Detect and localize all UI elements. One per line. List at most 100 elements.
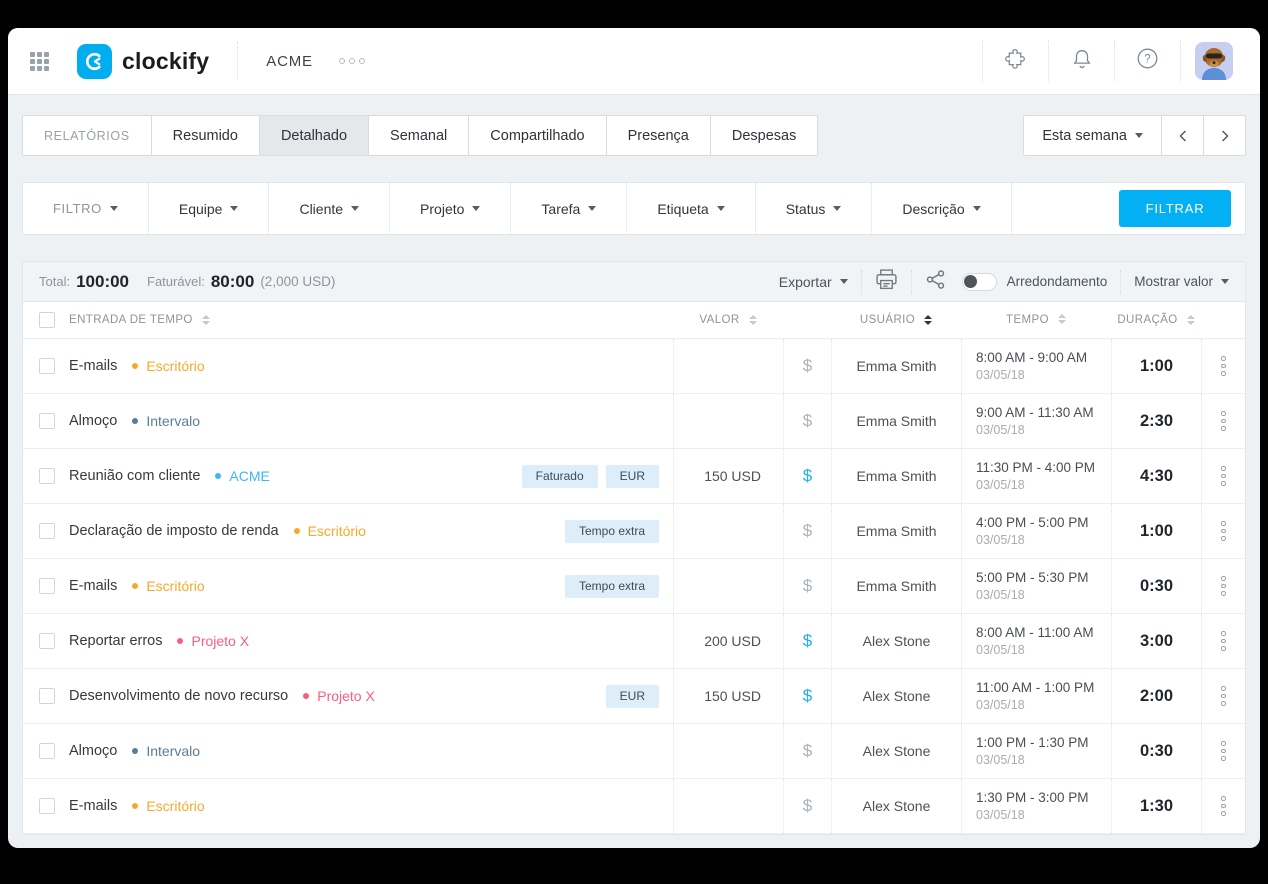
billable-toggle[interactable]: $ [803, 741, 812, 761]
divider [237, 42, 238, 80]
entry-date: 03/05/18 [976, 533, 1111, 547]
sort-entry-icon[interactable] [202, 315, 210, 325]
sort-duration-icon[interactable] [1187, 315, 1195, 325]
filter-label-dropdown[interactable]: FILTRO [23, 183, 149, 234]
tab-compartilhado[interactable]: Compartilhado [469, 116, 606, 155]
row-menu-button[interactable] [1221, 575, 1226, 598]
tab-detalhado[interactable]: Detalhado [260, 116, 369, 155]
table-header: ENTRADA DE TEMPO VALOR USUÁRIO TEMPO DUR… [23, 302, 1245, 339]
profile-button[interactable] [1180, 40, 1246, 82]
row-menu-button[interactable] [1221, 410, 1226, 433]
time-entries-list: E-mailsEscritório$Emma Smith8:00 AM - 9:… [23, 339, 1245, 834]
row-checkbox[interactable] [39, 798, 55, 814]
entry-value [673, 779, 783, 833]
tab-resumido[interactable]: Resumido [152, 116, 260, 155]
integrations-button[interactable] [982, 40, 1048, 82]
entry-duration: 1:00 [1140, 522, 1173, 541]
row-menu-button[interactable] [1221, 630, 1226, 653]
date-range-dropdown[interactable]: Esta semana [1024, 116, 1161, 155]
show-value-dropdown[interactable]: Mostrar valor [1134, 274, 1229, 289]
entry-user: Emma Smith [831, 504, 961, 558]
row-checkbox[interactable] [39, 468, 55, 484]
table-row: Desenvolvimento de novo recursoProjeto X… [23, 669, 1245, 724]
row-checkbox[interactable] [39, 743, 55, 759]
sort-user-icon[interactable] [924, 315, 932, 325]
clockify-logo[interactable]: clockify [77, 44, 209, 79]
row-checkbox[interactable] [39, 578, 55, 594]
billable-toggle[interactable]: $ [803, 796, 812, 816]
svg-text:?: ? [1144, 54, 1150, 66]
filter-etiqueta[interactable]: Etiqueta [627, 183, 755, 234]
entry-duration: 1:00 [1140, 357, 1173, 376]
row-checkbox[interactable] [39, 413, 55, 429]
prev-period-button[interactable] [1161, 116, 1203, 155]
notifications-button[interactable] [1048, 40, 1114, 82]
tab-semanal[interactable]: Semanal [369, 116, 469, 155]
export-dropdown[interactable]: Exportar [779, 274, 848, 290]
help-button[interactable]: ? [1114, 40, 1180, 82]
chevron-down-icon [1135, 133, 1143, 138]
entry-tags [503, 614, 673, 668]
row-menu-button[interactable] [1221, 685, 1226, 708]
entry-date: 03/05/18 [976, 368, 1111, 382]
workspace-menu-icon[interactable] [335, 58, 365, 64]
entry-time: 1:30 PM - 3:00 PM03/05/18 [961, 779, 1111, 833]
row-checkbox[interactable] [39, 633, 55, 649]
billable-toggle[interactable]: $ [803, 631, 812, 651]
total-value: 100:00 [76, 272, 129, 292]
row-menu-button[interactable] [1221, 740, 1226, 763]
share-button[interactable] [925, 269, 946, 295]
entry-duration: 1:30 [1140, 797, 1173, 816]
billable-toggle[interactable]: $ [803, 466, 812, 486]
tag-pill: EUR [606, 465, 659, 488]
entry-description: Almoço [69, 413, 117, 429]
filter-descricao[interactable]: Descrição [872, 183, 1011, 234]
entry-tags: EUR [503, 669, 673, 723]
billable-toggle[interactable]: $ [803, 686, 812, 706]
project-color-dot [132, 363, 138, 369]
row-menu-button[interactable] [1221, 355, 1226, 378]
print-button[interactable] [875, 269, 898, 295]
project-name: Intervalo [146, 413, 200, 429]
chevron-down-icon [833, 206, 841, 211]
apply-filter-button[interactable]: FILTRAR [1119, 190, 1231, 227]
next-period-button[interactable] [1203, 116, 1245, 155]
row-menu-button[interactable] [1221, 795, 1226, 818]
billable-toggle[interactable]: $ [803, 576, 812, 596]
entry-description: Reportar erros [69, 633, 162, 649]
entry-time: 5:00 PM - 5:30 PM03/05/18 [961, 559, 1111, 613]
row-checkbox[interactable] [39, 523, 55, 539]
entry-description: E-mails [69, 798, 117, 814]
chevron-down-icon [588, 206, 596, 211]
billable-toggle[interactable]: $ [803, 356, 812, 376]
tab-presenca[interactable]: Presença [607, 116, 711, 155]
entry-tags: Tempo extra [503, 559, 673, 613]
project-color-dot [215, 473, 221, 479]
row-menu-button[interactable] [1221, 520, 1226, 543]
rounding-toggle[interactable] [962, 273, 997, 291]
tag-pill: Tempo extra [565, 575, 659, 598]
sort-time-icon[interactable] [1058, 314, 1066, 326]
entry-tags [503, 779, 673, 833]
filter-status-label: Status [786, 201, 826, 217]
entry-user: Emma Smith [831, 559, 961, 613]
row-menu-button[interactable] [1221, 465, 1226, 488]
filter-projeto[interactable]: Projeto [390, 183, 511, 234]
apps-grid-icon[interactable] [30, 52, 49, 71]
billable-toggle[interactable]: $ [803, 521, 812, 541]
filter-cliente[interactable]: Cliente [269, 183, 390, 234]
workspace-name[interactable]: ACME [266, 53, 313, 70]
filter-equipe[interactable]: Equipe [149, 183, 270, 234]
row-checkbox[interactable] [39, 688, 55, 704]
filter-tarefa[interactable]: Tarefa [511, 183, 627, 234]
sort-value-icon[interactable] [749, 315, 757, 325]
billable-toggle[interactable]: $ [803, 411, 812, 431]
entry-description: E-mails [69, 358, 117, 374]
summary-bar: Total: 100:00 Faturável: 80:00 (2,000 US… [23, 262, 1245, 302]
table-row: E-mailsEscritório$Alex Stone1:30 PM - 3:… [23, 779, 1245, 834]
row-checkbox[interactable] [39, 358, 55, 374]
time-range: 11:00 AM - 1:00 PM [976, 680, 1111, 695]
filter-status[interactable]: Status [756, 183, 873, 234]
select-all-checkbox[interactable] [39, 312, 55, 328]
tab-despesas[interactable]: Despesas [711, 116, 817, 155]
